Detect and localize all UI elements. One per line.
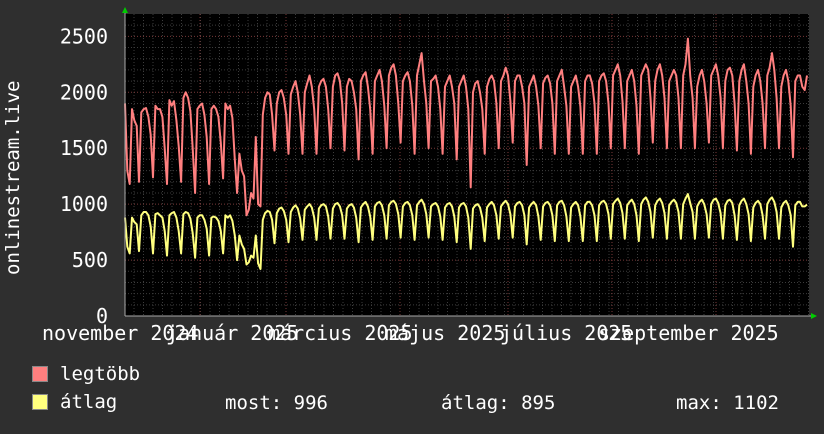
x-tick-label: május 2025 (385, 321, 505, 345)
y-tick-label: 2000 (60, 80, 108, 104)
y-tick-label: 2500 (60, 24, 108, 48)
y-tick-label: 500 (72, 248, 108, 272)
legend-label-avg: átlag (60, 391, 118, 413)
legend-item-max: legtöbb (32, 363, 141, 385)
y-axis-label: onlinestream.live (2, 81, 24, 275)
legend-swatch-avg (32, 394, 48, 410)
y-tick-label: 1000 (60, 192, 108, 216)
legend-item-avg: átlag (32, 391, 118, 413)
x-tick-label: szeptember 2025 (598, 321, 779, 345)
y-tick-label: 1500 (60, 136, 108, 160)
y-axis-arrow (122, 7, 128, 13)
x-axis-arrow (811, 313, 817, 319)
stat-now: most: 996 (225, 392, 328, 414)
stat-average: átlag: 895 (441, 392, 556, 414)
stat-max: max: 1102 (676, 392, 779, 414)
legend-swatch-max (32, 366, 48, 382)
legend-label-max: legtöbb (60, 363, 141, 385)
